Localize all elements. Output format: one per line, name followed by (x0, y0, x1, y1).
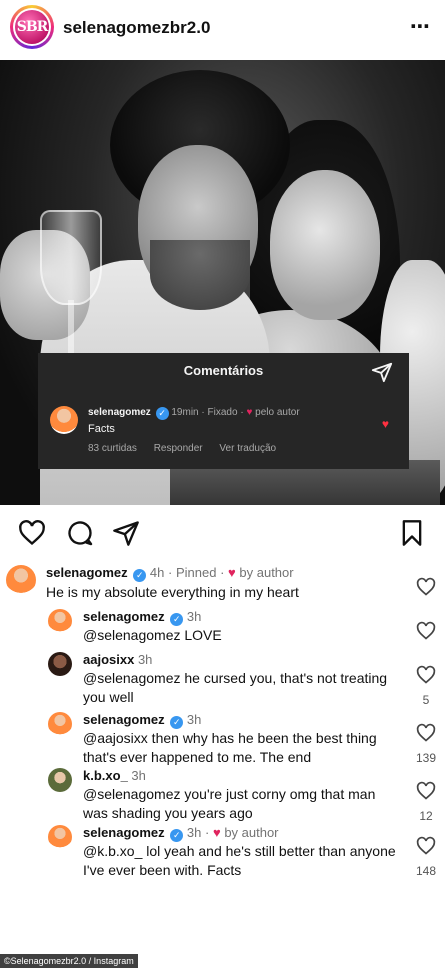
comment-avatar[interactable] (6, 565, 36, 595)
comment-time: 3h (186, 825, 202, 840)
comment-username[interactable]: aajosixx (83, 652, 134, 667)
comment-avatar[interactable] (48, 652, 72, 676)
share-send-icon[interactable] (112, 519, 140, 547)
overlay-likes[interactable]: 83 curtidas (88, 443, 137, 454)
comment-time: 3h (186, 712, 202, 727)
comments-overlay: Comentários selenagomez ✓ 19min · Fixado… (38, 353, 409, 469)
wine-glass (40, 210, 102, 305)
comment-text: @aajosixx then why has he been the best … (83, 730, 377, 765)
post-header: SBR selenagomezbr2.0 ⋯ (0, 0, 445, 58)
comment-bubble-icon[interactable] (66, 519, 94, 547)
verified-icon: ✓ (155, 407, 169, 420)
comment-like-heart-icon[interactable] (415, 665, 437, 690)
comment-like-count: 12 (419, 809, 433, 823)
like-heart-icon[interactable] (18, 519, 46, 547)
comment-text: @k.b.xo_ lol yeah and he's still better … (83, 843, 396, 878)
overlay-comment-actions: 83 curtidas Responder Ver tradução (88, 443, 290, 454)
image-credit: ©Selenagomezbr2.0 / Instagram (0, 954, 138, 968)
comment-avatar[interactable] (48, 825, 72, 849)
comment-like-heart-icon[interactable] (415, 836, 437, 861)
comment-time: 3h (186, 609, 202, 624)
comment-time: 4h (149, 565, 165, 580)
comment-avatar[interactable] (48, 712, 72, 736)
comment-like-count: 148 (415, 864, 437, 878)
verified-icon: ✓ (170, 613, 184, 626)
comment-username[interactable]: selenagomez (83, 825, 165, 840)
comment-username[interactable]: selenagomez (83, 609, 165, 624)
comment-username[interactable]: selenagomez (83, 712, 165, 727)
verified-icon: ✓ (170, 716, 184, 729)
bookmark-icon[interactable] (398, 519, 426, 547)
comment-by-author: by author (239, 565, 294, 580)
verified-icon: ✓ (170, 829, 184, 842)
profile-avatar[interactable]: SBR (10, 5, 54, 49)
send-icon[interactable] (371, 361, 393, 383)
comment-text: @selenagomez he cursed you, that's not t… (83, 670, 388, 705)
comment-like-heart-icon[interactable] (415, 621, 437, 646)
overlay-time: 19min (171, 407, 199, 418)
overlay-reply-button[interactable]: Responder (154, 443, 203, 454)
overlay-username[interactable]: selenagomez (88, 407, 151, 418)
avatar-logo: SBR (15, 10, 49, 44)
overlay-comment-text: Facts (88, 423, 115, 435)
overlay-by-author: pelo autor (255, 407, 300, 418)
comment-avatar[interactable] (48, 768, 72, 792)
comment-like-count: 139 (415, 751, 437, 765)
overlay-comment-avatar[interactable] (50, 406, 78, 434)
comment-text: @selenagomez LOVE (83, 627, 222, 643)
post-action-bar (0, 505, 445, 557)
heart-icon: ♥ (228, 565, 236, 580)
comment-username[interactable]: k.b.xo_ (83, 768, 128, 783)
overlay-like-heart-icon[interactable]: ♥ (382, 417, 389, 431)
comment-like-count: 5 (422, 693, 430, 707)
comment-avatar[interactable] (48, 609, 72, 633)
comment-by-author: by author (224, 825, 279, 840)
comment-like-heart-icon[interactable] (415, 723, 437, 748)
overlay-pinned: Fixado (207, 407, 238, 418)
heart-icon: ♥ (212, 825, 221, 840)
overlay-title: Comentários (183, 363, 264, 378)
more-options-icon[interactable]: ⋯ (410, 14, 431, 39)
comment-text: @selenagomez you're just corny omg that … (83, 786, 376, 821)
overlay-translate-button[interactable]: Ver tradução (219, 443, 276, 454)
comment-username[interactable]: selenagomez (46, 565, 128, 580)
comment-time: 3h (137, 652, 153, 667)
comment-like-heart-icon[interactable] (415, 781, 437, 806)
overlay-comment-meta: selenagomez ✓ 19min · Fixado · ♥ pelo au… (88, 407, 300, 420)
comment-time: 3h (131, 768, 146, 783)
verified-icon: ✓ (133, 569, 147, 582)
comment-pinned: Pinned (175, 565, 217, 580)
post-username[interactable]: selenagomezbr2.0 (63, 18, 210, 38)
comment-text: He is my absolute everything in my heart (46, 584, 299, 600)
heart-icon: ♥ (246, 407, 253, 418)
comment-like-heart-icon[interactable] (415, 577, 437, 602)
